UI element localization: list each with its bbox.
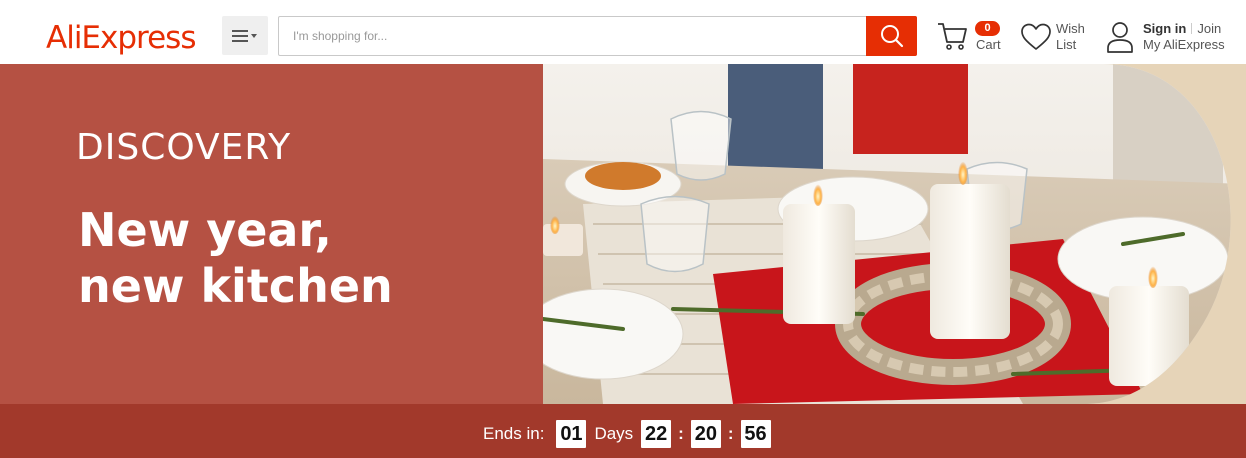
user-icon — [1107, 22, 1133, 53]
categories-menu-button[interactable] — [222, 16, 268, 55]
cart-button[interactable]: 0 Cart — [936, 20, 1006, 56]
wishlist-button[interactable]: Wish List — [1020, 20, 1090, 56]
search-button[interactable] — [866, 16, 917, 56]
menu-icon — [232, 29, 257, 42]
headline-line-2: new kitchen — [78, 259, 393, 313]
banner-text-panel: DISCOVERY New year, new kitchen — [0, 64, 543, 404]
countdown-label: Ends in: — [483, 424, 545, 443]
join-link[interactable]: Join — [1197, 21, 1221, 36]
time-separator: : — [727, 424, 734, 443]
cart-label: Cart — [976, 37, 1001, 52]
countdown-hours: 22 — [641, 420, 672, 448]
search-icon — [880, 25, 903, 48]
cart-icon — [938, 23, 967, 50]
countdown-bar: Ends in: 01 Days 22 : 20 : 56 — [0, 404, 1246, 458]
time-separator: : — [678, 424, 684, 443]
countdown-seconds: 56 — [740, 420, 771, 448]
cart-count-badge: 0 — [975, 21, 1000, 36]
account-auth-links: Sign in Join — [1143, 21, 1221, 36]
banner-headline: New year, new kitchen — [78, 202, 498, 314]
countdown-minutes: 20 — [690, 420, 721, 448]
top-header: AliExpress 0 Cart Wish Lis — [0, 0, 1246, 64]
banner-photo-table-candles — [543, 64, 1246, 404]
divider — [1191, 23, 1193, 34]
wishlist-label-line2: List — [1056, 37, 1077, 52]
banner-kicker: DISCOVERY — [76, 127, 292, 168]
headline-line-1: New year, — [78, 203, 332, 257]
heart-icon — [1021, 23, 1051, 50]
search-bar — [278, 16, 917, 56]
aliexpress-logo[interactable]: AliExpress — [46, 18, 196, 58]
search-input[interactable] — [279, 17, 868, 55]
days-label: Days — [594, 424, 634, 443]
my-aliexpress-link[interactable]: My AliExpress — [1143, 37, 1225, 52]
account-menu: Sign in Join My AliExpress — [1106, 20, 1236, 56]
promo-banner[interactable]: DISCOVERY New year, new kitchen — [0, 64, 1246, 404]
countdown-timer: Ends in: 01 Days 22 : 20 : 56 — [483, 420, 771, 448]
countdown-days: 01 — [556, 420, 587, 448]
wishlist-label-line1: Wish — [1056, 21, 1085, 36]
sign-in-link[interactable]: Sign in — [1143, 21, 1186, 36]
